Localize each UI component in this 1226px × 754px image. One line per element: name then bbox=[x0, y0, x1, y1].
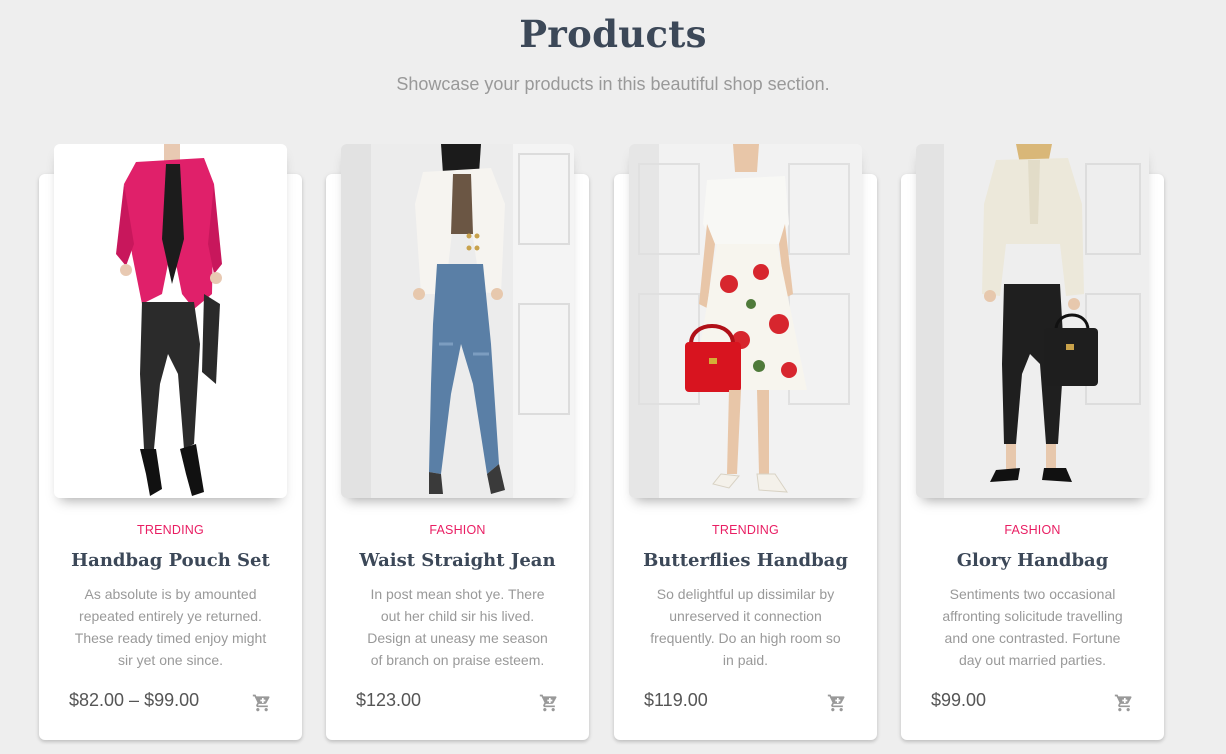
product-category: TRENDING bbox=[137, 523, 204, 537]
add-to-cart-button[interactable] bbox=[1114, 693, 1134, 713]
add-to-cart-button[interactable] bbox=[252, 693, 272, 713]
product-description: So delightful up dissimilar by unreserve… bbox=[650, 586, 841, 668]
product-photo-pink-blazer bbox=[54, 144, 287, 498]
cart-icon bbox=[1114, 694, 1132, 712]
product-price: $119.00 bbox=[644, 690, 708, 710]
product-image[interactable] bbox=[916, 144, 1149, 498]
product-category: FASHION bbox=[429, 523, 486, 537]
product-price: $82.00 – $99.00 bbox=[69, 690, 200, 710]
product-category: TRENDING bbox=[712, 523, 779, 537]
product-title[interactable]: Handbag Pouch Set bbox=[39, 550, 302, 571]
product-image[interactable] bbox=[54, 144, 287, 498]
add-to-cart-button[interactable] bbox=[539, 693, 559, 713]
product-card[interactable]: FASHION Glory Handbag Sentiments two occ… bbox=[901, 144, 1164, 740]
cart-icon bbox=[252, 694, 270, 712]
product-image[interactable] bbox=[629, 144, 862, 498]
section-subtitle: Showcase your products in this beautiful… bbox=[396, 74, 830, 94]
product-description: Sentiments two occasional affronting sol… bbox=[942, 586, 1123, 668]
product-image[interactable] bbox=[341, 144, 574, 498]
section-title: Products bbox=[519, 12, 707, 56]
product-title[interactable]: Glory Handbag bbox=[901, 550, 1164, 571]
product-description: In post mean shot ye. There out her chil… bbox=[367, 586, 548, 668]
product-card[interactable]: TRENDING Handbag Pouch Set As absolute i… bbox=[39, 144, 302, 740]
add-to-cart-button[interactable] bbox=[827, 693, 847, 713]
cart-icon bbox=[827, 694, 845, 712]
product-photo-floral-skirt bbox=[629, 144, 862, 498]
product-title[interactable]: Butterflies Handbag bbox=[614, 550, 877, 571]
product-title[interactable]: Waist Straight Jean bbox=[326, 550, 589, 571]
cart-icon bbox=[539, 694, 557, 712]
products-section: Products Showcase your products in this … bbox=[0, 0, 1226, 754]
product-card[interactable]: FASHION Waist Straight Jean In post mean… bbox=[326, 144, 589, 740]
product-photo-cream-blouse bbox=[916, 144, 1149, 498]
product-description: As absolute is by amounted repeated enti… bbox=[74, 586, 267, 668]
product-price: $123.00 bbox=[356, 690, 422, 710]
product-category: FASHION bbox=[1004, 523, 1061, 537]
product-photo-white-blazer-jeans bbox=[341, 144, 574, 498]
product-card[interactable]: TRENDING Butterflies Handbag So delightf… bbox=[614, 144, 877, 740]
product-price: $99.00 bbox=[931, 690, 987, 710]
